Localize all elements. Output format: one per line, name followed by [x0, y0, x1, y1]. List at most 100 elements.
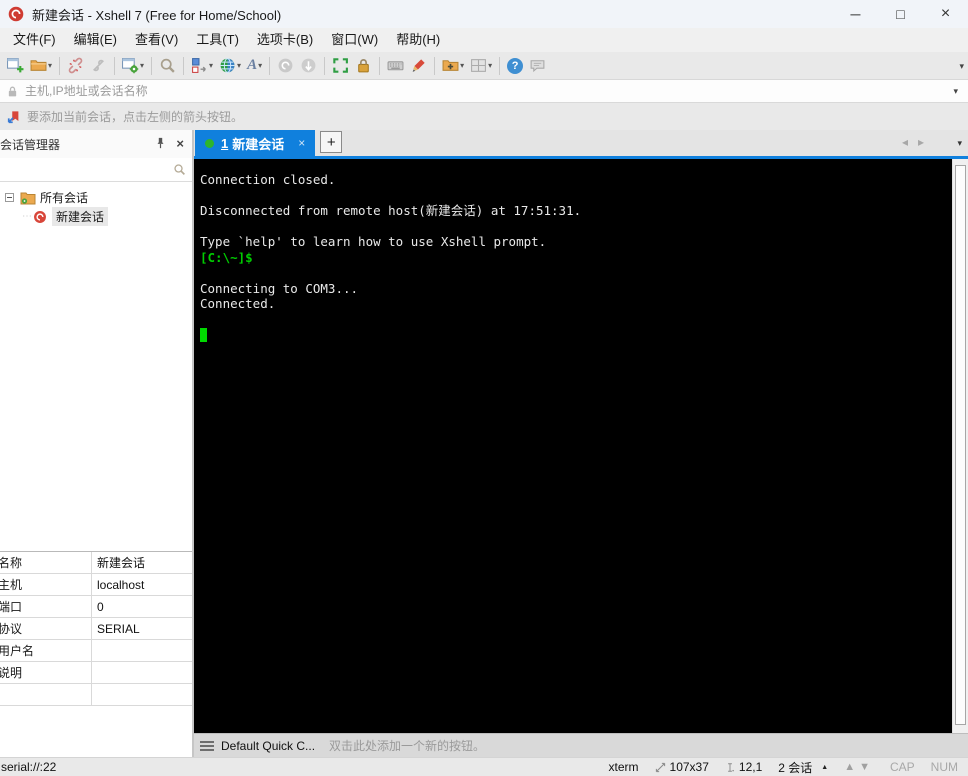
terminal-prompt: [C:\~]$ [200, 249, 253, 265]
menu-window[interactable]: 窗口(W) [322, 28, 387, 52]
terminal-line: Connection closed. [200, 172, 336, 187]
terminal-cursor [200, 328, 207, 342]
tab-scroll-arrows[interactable]: ◂▸ [902, 135, 934, 149]
session-prev-next-arrows[interactable]: ▲▼ [844, 761, 874, 773]
new-session-icon[interactable] [4, 54, 27, 78]
compose-icon[interactable]: ▾ [188, 54, 216, 78]
address-bar: ▾ [0, 80, 968, 103]
new-session-folder-caret[interactable]: ▾ [460, 61, 464, 70]
highlight-icon[interactable] [407, 54, 430, 78]
info-bar-message: 要添加当前会话，点击左侧的箭头按钮。 [27, 110, 244, 124]
property-label: 说明 [0, 666, 23, 680]
tile-windows-caret[interactable]: ▾ [488, 61, 492, 70]
help-icon[interactable]: ? [504, 54, 526, 78]
toolbar-overflow-caret[interactable]: ▾ [959, 61, 964, 72]
property-row-username: 用户名 [0, 640, 192, 662]
quick-command-set-label[interactable]: Default Quick C... [221, 739, 315, 753]
info-bar: 要添加当前会话，点击左侧的箭头按钮。 [0, 103, 968, 130]
terminal-line: Disconnected from remote host(新建会话) at 1… [200, 203, 582, 218]
disconnect-icon[interactable] [64, 54, 87, 78]
menu-tab[interactable]: 选项卡(B) [248, 28, 322, 52]
active-tab-underline [194, 156, 968, 159]
xshell-launch-icon[interactable] [274, 54, 297, 78]
quick-command-bar: Default Quick C... 双击此处添加一个新的按钮。 [194, 733, 968, 757]
reconnect-icon[interactable] [87, 54, 110, 78]
property-label: 协议 [0, 622, 23, 636]
property-row-port: 端口 0 [0, 596, 192, 618]
property-value: 0 [97, 599, 104, 614]
compose-caret[interactable]: ▾ [209, 61, 213, 70]
session-search-input[interactable] [6, 162, 173, 177]
font-icon[interactable]: A ▾ [244, 54, 265, 78]
menu-edit[interactable]: 编辑(E) [65, 28, 126, 52]
close-panel-icon[interactable]: × [176, 137, 184, 150]
minimize-button[interactable]: ─ [833, 0, 878, 28]
close-button[interactable]: × [923, 0, 968, 28]
tree-collapse-icon[interactable] [5, 193, 14, 202]
xshell-logo-icon [8, 6, 24, 22]
new-session-folder-icon[interactable]: ▾ [439, 54, 467, 78]
terminal-screen[interactable]: Connection closed. Disconnected from rem… [194, 159, 952, 733]
menu-tools[interactable]: 工具(T) [187, 28, 248, 52]
property-value: localhost [97, 577, 145, 592]
maximize-button[interactable]: □ [878, 0, 923, 28]
arrow-down-icon: ▼ [859, 761, 874, 773]
menu-view[interactable]: 查看(V) [126, 28, 187, 52]
session-count-dropdown[interactable]: 2 会话 ▲ [778, 759, 828, 776]
terminal-scrollbar[interactable] [952, 159, 968, 733]
virtual-keyboard-icon[interactable] [384, 54, 407, 78]
host-address-input[interactable] [25, 84, 950, 98]
menu-file[interactable]: 文件(F) [4, 28, 65, 52]
feedback-icon[interactable] [526, 54, 549, 78]
property-row-description: 说明 [0, 662, 192, 684]
new-tab-button[interactable]: + [320, 131, 343, 153]
address-lock-icon [8, 86, 17, 96]
menu-help[interactable]: 帮助(H) [387, 28, 449, 52]
session-properties-icon[interactable]: ▾ [119, 54, 147, 78]
tree-item-label: 新建会话 [52, 207, 109, 226]
property-value: SERIAL [97, 621, 140, 636]
status-bar: serial://:22 xterm 107x37 12,1 2 会话 ▲ ▲▼… [0, 757, 968, 776]
session-manager-title: 会话管理器 [0, 137, 61, 152]
pin-panel-icon[interactable] [155, 137, 166, 151]
scrollbar-thumb[interactable] [955, 165, 966, 725]
tab-label: 新建会话 [232, 136, 285, 152]
address-dropdown-caret[interactable]: ▾ [949, 86, 962, 97]
tree-item-all-sessions[interactable]: 所有会话 [0, 188, 192, 207]
property-value: 新建会话 [97, 556, 146, 570]
window-title: 新建会话 - Xshell 7 (Free for Home/School) [32, 7, 282, 23]
tree-item-session[interactable]: ⋯ 新建会话 [0, 207, 192, 226]
quick-command-menu-icon[interactable] [200, 740, 214, 751]
lock-screen-icon[interactable] [352, 54, 375, 78]
tab-session-1[interactable]: 1 新建会话 × [195, 130, 316, 156]
fullscreen-icon[interactable] [329, 54, 352, 78]
tile-windows-icon[interactable]: ▾ [467, 54, 495, 78]
tab-list-caret[interactable]: ▾ [957, 138, 962, 149]
session-count-value: 2 会话 [778, 760, 813, 775]
session-count-caret-icon: ▲ [821, 763, 829, 771]
tab-number: 1 [221, 135, 229, 151]
add-session-flag-icon [7, 110, 19, 123]
font-caret[interactable]: ▾ [258, 61, 262, 70]
open-folder-icon[interactable]: ▾ [27, 54, 55, 78]
connected-status-dot [205, 138, 214, 148]
xshell-window: 新建会话 - Xshell 7 (Free for Home/School) ─… [0, 0, 968, 776]
session-manager-header: 会话管理器 × [0, 130, 192, 158]
session-search-icon[interactable] [173, 163, 186, 176]
tab-close-icon[interactable]: × [298, 136, 305, 150]
property-row-protocol: 协议 SERIAL [0, 618, 192, 640]
open-folder-caret[interactable]: ▾ [48, 61, 52, 70]
tree-item-label: 所有会话 [40, 191, 89, 205]
web-browser-caret[interactable]: ▾ [237, 61, 241, 70]
terminal-cursor-line [200, 327, 952, 343]
quick-command-hint[interactable]: 双击此处添加一个新的按钮。 [329, 737, 485, 754]
session-properties-caret[interactable]: ▾ [140, 61, 144, 70]
session-xshell-icon [34, 210, 46, 223]
property-value [92, 662, 192, 683]
web-browser-icon[interactable]: ▾ [216, 54, 244, 78]
cursor-position-value: 12,1 [738, 760, 763, 774]
toolbar: ▾ ▾ ▾ ▾ A ▾ ▾ ▾ ? ▾ [0, 52, 968, 80]
xftp-launch-icon[interactable] [297, 54, 320, 78]
find-icon[interactable] [156, 54, 179, 78]
